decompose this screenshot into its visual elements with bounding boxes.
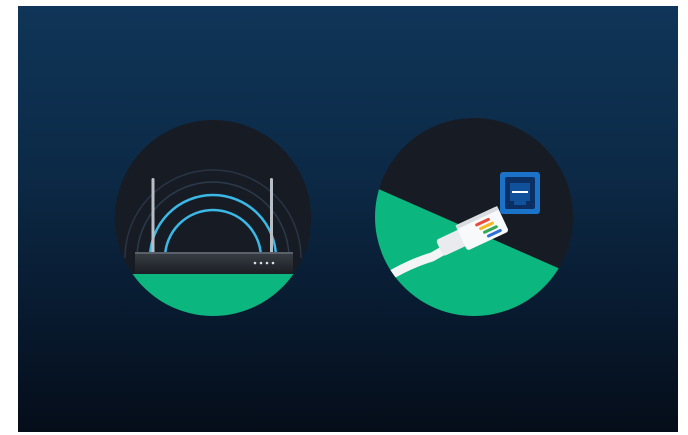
- ethernet-illustration: [374, 117, 574, 317]
- status-light: [271, 261, 275, 265]
- green-surface: [115, 274, 311, 316]
- router-body: [135, 252, 293, 274]
- antenna-right: [270, 178, 273, 254]
- router-illustration: [113, 118, 313, 318]
- illustration-canvas: [18, 6, 678, 432]
- status-light: [253, 261, 257, 265]
- wifi-router-icon: [115, 120, 311, 316]
- status-light: [259, 261, 263, 265]
- ethernet-port: [500, 172, 540, 214]
- antenna-left: [151, 178, 155, 254]
- ethernet-cable-icon: [375, 118, 573, 316]
- status-light: [265, 261, 269, 265]
